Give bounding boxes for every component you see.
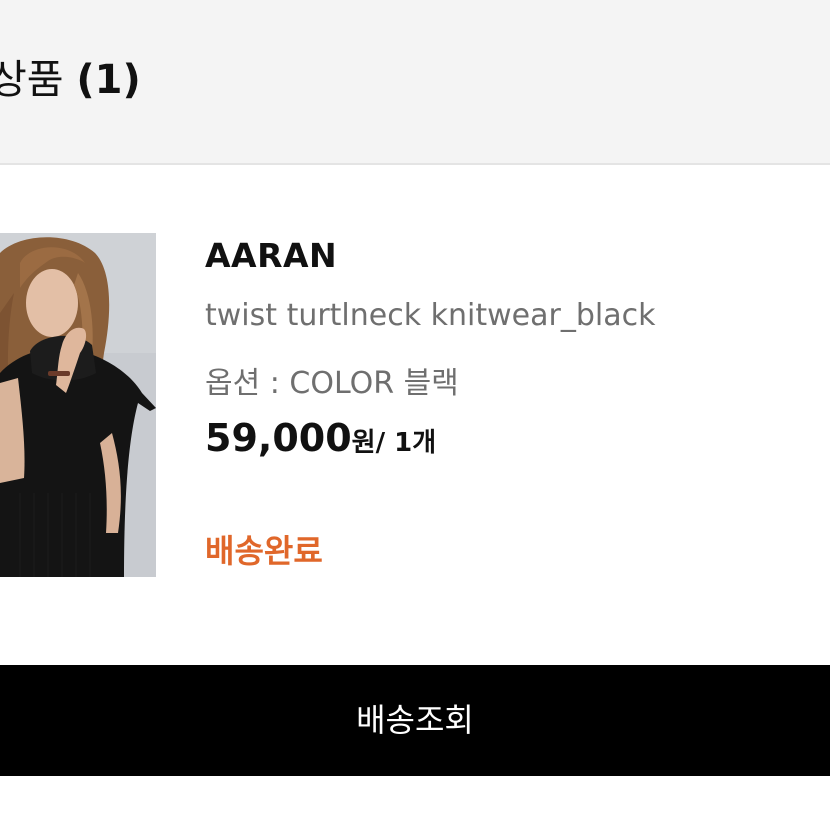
section-title: 상품 (1) (0, 52, 141, 108)
delivery-status: 배송완료 (205, 532, 323, 570)
product-thumbnail[interactable] (0, 233, 156, 577)
section-header: 상품 (1) (0, 0, 830, 165)
section-title-label: 상품 (0, 57, 64, 103)
price-unit: 원 (351, 428, 376, 458)
price-amount: 59,000 (205, 416, 352, 460)
product-name[interactable]: twist turtlneck knitwear_black (205, 298, 655, 333)
product-photo (0, 233, 156, 577)
track-delivery-button[interactable]: 배송조회 (0, 665, 830, 776)
brand-name[interactable]: AARAN (205, 236, 337, 275)
product-option: 옵션 : COLOR 블랙 (205, 366, 459, 401)
order-product-page: 상품 (1) AARAN twist turtlneck knitwear_bl… (0, 0, 830, 830)
quantity: / 1개 (375, 428, 437, 458)
price: 59,000원/ 1개 (205, 416, 436, 460)
item-count: (1) (76, 57, 141, 103)
